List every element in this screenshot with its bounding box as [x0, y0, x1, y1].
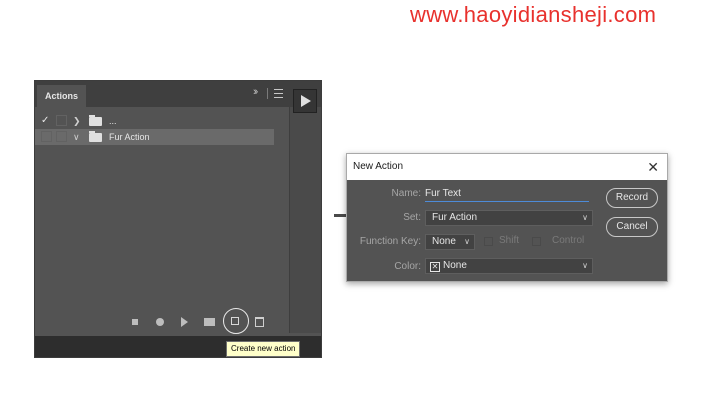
- record-icon[interactable]: [156, 318, 164, 326]
- open-folder-icon: [89, 131, 102, 142]
- control-checkbox[interactable]: [532, 237, 541, 246]
- header-divider: [267, 88, 268, 99]
- action-set-label: Fur Action: [109, 132, 150, 142]
- color-label: Color:: [394, 261, 421, 272]
- tab-actions[interactable]: Actions: [37, 85, 87, 107]
- color-value: None: [443, 260, 467, 271]
- stop-icon[interactable]: [132, 319, 138, 325]
- chevron-right-icon[interactable]: ❯: [73, 113, 81, 129]
- scrollbar-track[interactable]: [289, 107, 321, 333]
- function-key-value: None: [432, 236, 456, 247]
- dialog-toggle-box[interactable]: [56, 115, 67, 126]
- name-label: Name:: [391, 188, 421, 199]
- dialog-title: New Action: [353, 161, 404, 172]
- function-key-label: Function Key:: [359, 236, 421, 247]
- record-button[interactable]: Record: [606, 188, 658, 208]
- function-key-select[interactable]: None ∨: [425, 234, 475, 250]
- new-action-dialog: New Action ✕ Name: Fur Text Set: Fur Act…: [346, 153, 668, 282]
- cancel-button[interactable]: Cancel: [606, 217, 658, 237]
- checkmark-icon[interactable]: ✓: [41, 113, 49, 129]
- play-panel-button[interactable]: [293, 89, 317, 113]
- chevron-down-icon: ∨: [582, 213, 588, 222]
- set-label: Set:: [403, 212, 421, 223]
- action-set-row[interactable]: ✓ ❯ ...: [35, 113, 289, 129]
- chevron-down-icon: ∨: [464, 237, 470, 246]
- panel-header: Actions ››: [35, 81, 321, 107]
- chevron-down-icon: ∨: [582, 261, 588, 270]
- trash-icon[interactable]: [255, 317, 264, 327]
- folder-icon: [89, 115, 102, 126]
- set-select[interactable]: Fur Action ∨: [425, 210, 593, 226]
- control-label: Control: [552, 235, 585, 246]
- panel-footer: [35, 307, 289, 334]
- new-action-icon[interactable]: [231, 317, 239, 325]
- panel-menu-icon[interactable]: [274, 89, 283, 98]
- shift-checkbox[interactable]: [484, 237, 493, 246]
- actions-panel: Actions ›› ✓ ❯ ... ∨ Fur Action: [34, 80, 322, 358]
- dialog-titlebar: New Action ✕: [347, 154, 667, 180]
- color-select[interactable]: ✕ None ∨: [425, 258, 593, 274]
- action-set-row-selected[interactable]: ∨ Fur Action: [35, 129, 274, 145]
- no-color-icon: ✕: [430, 262, 440, 272]
- dialog-toggle-box[interactable]: [56, 131, 67, 142]
- watermark-text: www.haoyidiansheji.com: [410, 2, 657, 27]
- actions-list: ✓ ❯ ... ∨ Fur Action: [35, 107, 289, 333]
- tooltip: Create new action: [226, 341, 301, 357]
- name-field[interactable]: Fur Text: [425, 187, 589, 202]
- double-chevron-right-icon[interactable]: ››: [253, 86, 259, 98]
- set-select-value: Fur Action: [432, 212, 478, 223]
- close-icon[interactable]: ✕: [647, 154, 659, 180]
- new-set-folder-icon[interactable]: [204, 318, 215, 326]
- shift-label: Shift: [499, 235, 520, 246]
- action-set-label: ...: [109, 116, 117, 126]
- play-icon[interactable]: [181, 317, 188, 327]
- include-toggle-box[interactable]: [41, 131, 52, 142]
- chevron-down-icon[interactable]: ∨: [73, 129, 80, 145]
